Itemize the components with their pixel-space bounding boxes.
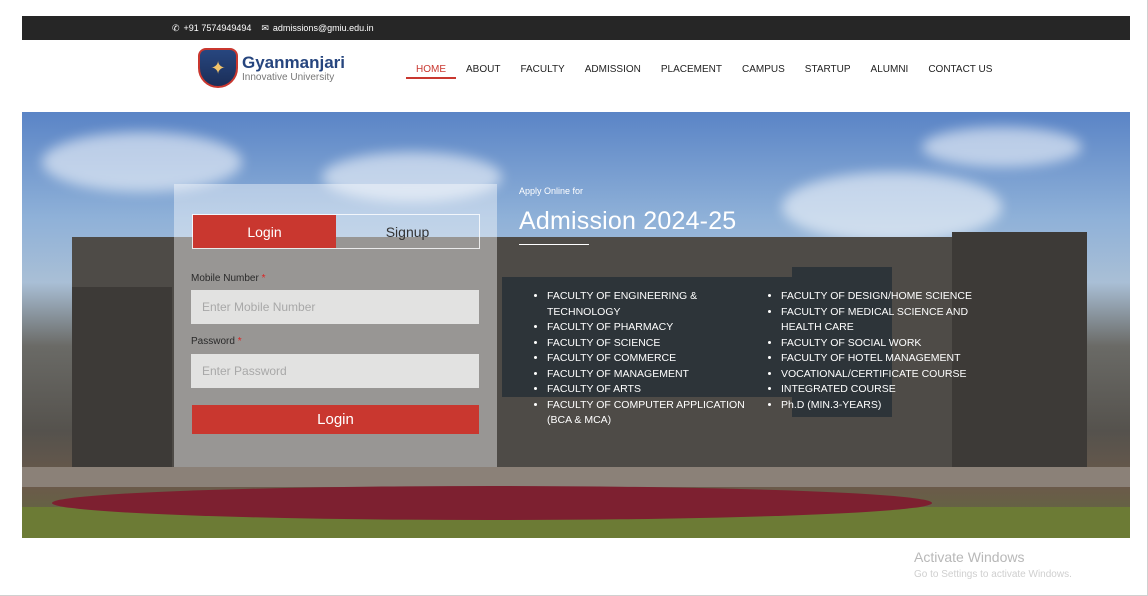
nav-faculty[interactable]: FACULTY — [510, 63, 574, 83]
list-item: FACULTY OF SOCIAL WORK — [781, 336, 996, 352]
mobile-label: Mobile Number * — [191, 273, 266, 284]
faculty-lists: FACULTY OF ENGINEERING & TECHNOLOGY FACU… — [533, 289, 996, 429]
tab-login[interactable]: Login — [193, 215, 336, 248]
password-input[interactable] — [191, 354, 479, 388]
nav-admission[interactable]: ADMISSION — [575, 63, 651, 83]
password-label-text: Password — [191, 336, 235, 347]
admission-heading: Apply Online for Admission 2024-25 — [519, 186, 736, 245]
nav-about[interactable]: ABOUT — [456, 63, 510, 83]
logo-tagline: Innovative University — [242, 71, 335, 83]
list-item: FACULTY OF DESIGN/HOME SCIENCE — [781, 289, 996, 305]
list-item: INTEGRATED COURSE — [781, 382, 996, 398]
campus-road — [22, 467, 1130, 487]
nav-placement[interactable]: PLACEMENT — [651, 63, 732, 83]
mobile-label-text: Mobile Number — [191, 273, 259, 284]
windows-activation-watermark: Activate Windows Go to Settings to activ… — [914, 549, 1072, 580]
title-underline — [519, 244, 589, 245]
list-item: FACULTY OF COMMERCE — [547, 351, 767, 367]
flower-bed — [52, 486, 932, 520]
email-text: admissions@gmiu.edu.in — [272, 23, 374, 33]
list-item: FACULTY OF ENGINEERING & TECHNOLOGY — [547, 289, 767, 320]
tab-signup[interactable]: Signup — [336, 215, 479, 248]
cloud-shape — [42, 132, 242, 192]
list-item: FACULTY OF SCIENCE — [547, 336, 767, 352]
nav-contact-us[interactable]: CONTACT US — [918, 63, 1002, 83]
nav-campus[interactable]: CAMPUS — [732, 63, 795, 83]
admission-title: Admission 2024-25 — [519, 207, 737, 235]
nav-alumni[interactable]: ALUMNI — [861, 63, 919, 83]
list-item: VOCATIONAL/CERTIFICATE COURSE — [781, 367, 996, 383]
phone-link[interactable]: ✆ +91 7574949494 — [172, 23, 251, 34]
list-item: Ph.D (MIN.3-YEARS) — [781, 398, 996, 414]
crest-icon: ✦ — [198, 48, 238, 88]
watermark-title: Activate Windows — [914, 549, 1025, 565]
top-contact-bar: ✆ +91 7574949494 ✉ admissions@gmiu.edu.i… — [22, 16, 1130, 40]
nav-startup[interactable]: STARTUP — [795, 63, 861, 83]
list-item: FACULTY OF PHARMACY — [547, 320, 767, 336]
mobile-number-input[interactable] — [191, 290, 479, 324]
password-label: Password * — [191, 336, 242, 347]
email-link[interactable]: ✉ admissions@gmiu.edu.in — [261, 23, 373, 34]
phone-icon: ✆ — [172, 22, 180, 33]
auth-tabs: Login Signup — [192, 214, 480, 249]
login-submit-button[interactable]: Login — [192, 405, 479, 434]
envelope-icon: ✉ — [261, 22, 269, 33]
required-mark: * — [237, 336, 242, 347]
apply-online-text: Apply Online for — [519, 186, 584, 196]
list-item: FACULTY OF ARTS — [547, 382, 767, 398]
faculty-list-right: FACULTY OF DESIGN/HOME SCIENCE FACULTY O… — [767, 289, 996, 429]
logo-name: Gyanmanjari — [242, 52, 345, 72]
login-form-card: Login Signup Mobile Number * Password * … — [174, 184, 497, 467]
list-item: FACULTY OF MEDICAL SCIENCE AND HEALTH CA… — [781, 305, 996, 336]
site-header: ✦ Gyanmanjari Innovative University HOME… — [22, 40, 1130, 106]
list-item: FACULTY OF MANAGEMENT — [547, 367, 767, 383]
list-item: FACULTY OF HOTEL MANAGEMENT — [781, 351, 996, 367]
phone-text: +91 7574949494 — [183, 23, 252, 33]
required-mark: * — [261, 273, 266, 284]
main-nav: HOME ABOUT FACULTY ADMISSION PLACEMENT C… — [406, 63, 1002, 83]
list-item: FACULTY OF COMPUTER APPLICATION (BCA & M… — [547, 398, 767, 429]
faculty-list-left: FACULTY OF ENGINEERING & TECHNOLOGY FACU… — [533, 289, 767, 429]
watermark-subtitle: Go to Settings to activate Windows. — [914, 569, 1072, 580]
cloud-shape — [922, 127, 1082, 167]
nav-home[interactable]: HOME — [406, 63, 456, 79]
university-logo[interactable]: ✦ Gyanmanjari Innovative University — [198, 48, 345, 88]
